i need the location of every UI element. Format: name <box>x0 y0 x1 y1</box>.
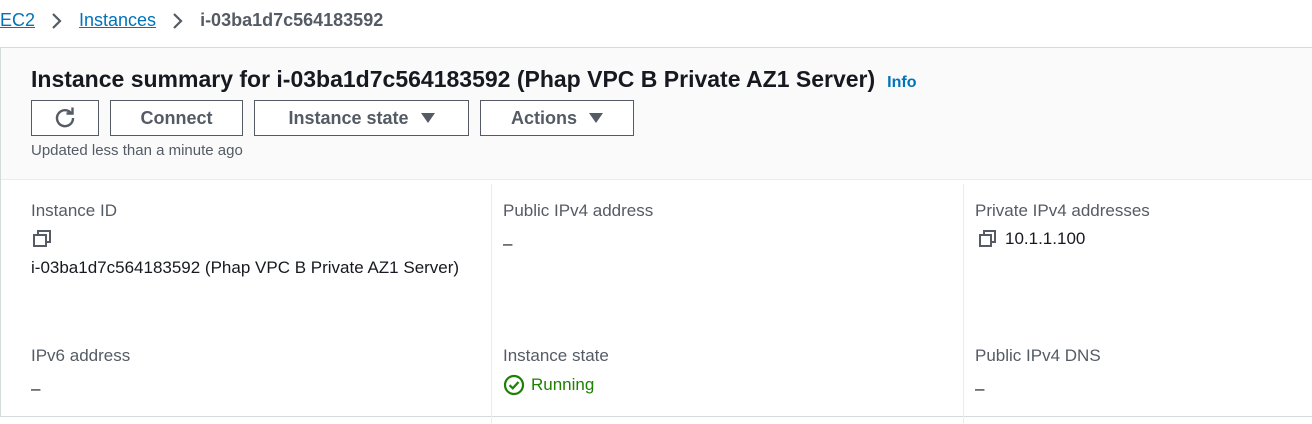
public-dns-value: – <box>975 379 985 398</box>
copy-icon[interactable] <box>975 229 997 249</box>
public-dns-label: Public IPv4 DNS <box>975 346 1101 365</box>
details-grid: Instance ID i-03ba1d7c564183592 (Phap VP… <box>1 184 1312 424</box>
copy-icon[interactable] <box>31 229 53 249</box>
private-ipv4-field: Private IPv4 addresses 10.1.1.100 <box>975 201 1312 249</box>
instance-summary-panel: Instance summary for i-03ba1d7c564183592… <box>0 47 1312 424</box>
ipv6-value: – <box>31 379 41 398</box>
instance-id-field: Instance ID i-03ba1d7c564183592 (Phap VP… <box>31 201 471 283</box>
public-dns-field: Public IPv4 DNS – <box>975 346 1312 404</box>
chevron-right-icon <box>35 10 79 31</box>
instance-state-dropdown[interactable]: Instance state <box>254 100 469 136</box>
instance-state-label: Instance state <box>503 346 609 365</box>
instance-state-value: Running <box>531 375 595 394</box>
ipv6-field: IPv6 address – <box>31 346 471 404</box>
page-title: Instance summary for i-03ba1d7c564183592… <box>31 66 876 92</box>
actions-button-label: Actions <box>510 107 577 128</box>
chevron-right-icon <box>156 10 200 31</box>
private-ipv4-label: Private IPv4 addresses <box>975 201 1150 220</box>
connect-button[interactable]: Connect <box>110 100 243 136</box>
public-ipv4-value: – <box>503 234 513 253</box>
column-divider <box>963 184 964 424</box>
title-row: Instance summary for i-03ba1d7c564183592… <box>31 66 917 93</box>
updated-timestamp: Updated less than a minute ago <box>31 142 243 159</box>
refresh-button[interactable] <box>31 100 99 136</box>
info-link[interactable]: Info <box>887 74 916 92</box>
public-ipv4-field: Public IPv4 address – <box>503 201 943 259</box>
toolbar: Connect Instance state Actions <box>31 100 634 136</box>
private-ipv4-value: 10.1.1.100 <box>1005 229 1086 248</box>
instance-state-field: Instance state Running <box>503 346 943 396</box>
caret-down-icon <box>589 113 603 123</box>
actions-dropdown[interactable]: Actions <box>480 100 634 136</box>
instance-state-button-label: Instance state <box>288 107 409 128</box>
private-ipv4-row: 10.1.1.100 <box>975 229 1312 249</box>
panel-header: Instance summary for i-03ba1d7c564183592… <box>1 48 1312 180</box>
connect-button-label: Connect <box>140 107 213 128</box>
public-ipv4-label: Public IPv4 address <box>503 201 654 220</box>
breadcrumb-ec2-link[interactable]: EC2 <box>0 10 35 31</box>
instance-id-value: i-03ba1d7c564183592 (Phap VPC B Private … <box>31 258 460 277</box>
instance-id-label: Instance ID <box>31 201 117 220</box>
column-divider <box>491 184 492 424</box>
ipv6-label: IPv6 address <box>31 346 131 365</box>
breadcrumb-instances-link[interactable]: Instances <box>79 10 156 31</box>
breadcrumb-current: i-03ba1d7c564183592 <box>200 9 384 30</box>
breadcrumb: EC2 Instances i-03ba1d7c564183592 <box>0 0 1312 40</box>
refresh-icon <box>54 107 76 129</box>
check-circle-icon <box>503 374 531 396</box>
caret-down-icon <box>420 113 435 123</box>
status-badge: Running <box>503 374 943 396</box>
